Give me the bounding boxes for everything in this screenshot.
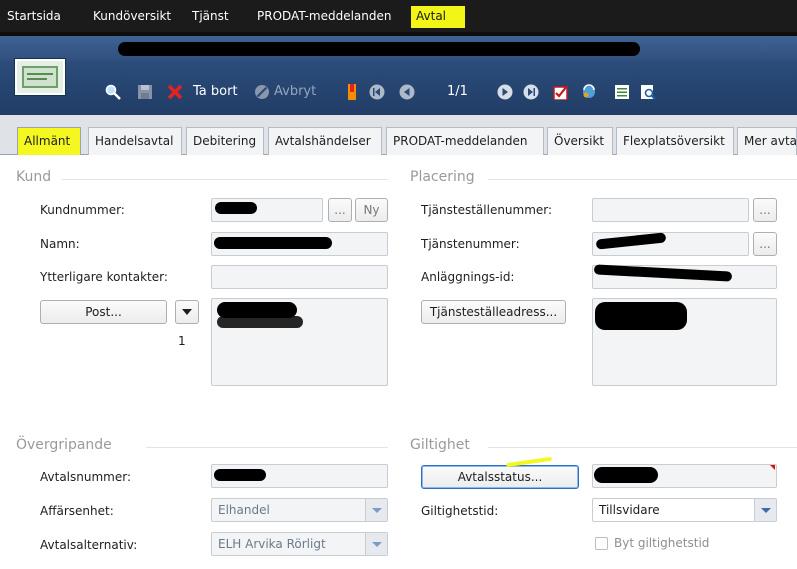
tab-handelsavtal[interactable]: Handelsavtal xyxy=(88,127,182,155)
tab-allmant[interactable]: Allmänt xyxy=(17,127,81,155)
redacted-avtalsstatus xyxy=(594,467,658,483)
first-record-icon[interactable] xyxy=(369,84,385,100)
refresh-icon[interactable] xyxy=(581,84,597,100)
avtalsalternativ-value: ELH Arvika Rörligt xyxy=(218,537,326,551)
menu-avtal[interactable]: Avtal xyxy=(411,6,465,28)
preview-icon[interactable] xyxy=(640,84,656,100)
record-counter: 1/1 xyxy=(447,84,468,99)
prev-record-icon[interactable] xyxy=(399,84,415,100)
cancel-label[interactable]: Avbryt xyxy=(274,82,316,102)
giltighet-divider xyxy=(488,447,797,448)
redacted-avtalsnummer xyxy=(214,469,266,481)
byt-giltighetstid-label: Byt giltighetstid xyxy=(614,536,710,550)
save-icon[interactable] xyxy=(137,84,153,100)
search-icon[interactable] xyxy=(105,84,121,100)
next-record-icon[interactable] xyxy=(497,84,513,100)
menu-kundoversikt[interactable]: Kundöversikt xyxy=(88,6,176,28)
tab-mer-avtal[interactable]: Mer avta xyxy=(737,127,797,155)
tjanstestalle-browse-button[interactable]: ... xyxy=(753,198,777,222)
menu-prodat-meddelanden[interactable]: PRODAT-meddelanden xyxy=(252,6,396,28)
affarsenhet-label: Affärsenhet: xyxy=(40,504,114,518)
kundnummer-browse-button[interactable]: ... xyxy=(328,198,352,222)
content-panel: Kund Kundnummer: ... Ny Namn: Ytterligar… xyxy=(0,156,797,569)
top-menu-bar: Startsida Kundöversikt Tjänst PRODAT-med… xyxy=(0,0,797,32)
anlaggnings-id-label: Anläggnings-id: xyxy=(421,270,515,284)
checklist-icon[interactable] xyxy=(553,84,569,100)
tjanstestalleadress-button[interactable]: Tjänsteställeadress... xyxy=(421,300,566,324)
status-indicator-corner xyxy=(770,465,775,470)
post-button[interactable]: Post... xyxy=(40,300,167,324)
menu-startsida[interactable]: Startsida xyxy=(2,6,66,28)
redacted-kundnummer xyxy=(215,202,257,214)
tjanstenummer-browse-button[interactable]: ... xyxy=(753,232,777,256)
giltighetstid-select[interactable]: Tillsvidare xyxy=(592,498,777,522)
tab-avtalshandelser[interactable]: Avtalshändelser xyxy=(268,127,382,155)
redacted-title xyxy=(118,42,640,56)
delete-label[interactable]: Ta bort xyxy=(193,82,238,102)
avtalsalternativ-select[interactable]: ELH Arvika Rörligt xyxy=(211,532,388,556)
placering-heading: Placering xyxy=(410,169,475,185)
post-dropdown-button[interactable] xyxy=(175,300,199,324)
bookmark-icon[interactable] xyxy=(344,84,360,100)
toolbar-area xyxy=(0,36,797,115)
tjanstenummer-label: Tjänstenummer: xyxy=(421,237,520,251)
list-icon[interactable] xyxy=(614,84,630,100)
redacted-placering-address xyxy=(595,302,687,330)
delete-icon[interactable] xyxy=(167,84,183,100)
tab-flexplatsoversikt[interactable]: Flexplatsöversikt xyxy=(616,127,734,155)
redacted-address-line2 xyxy=(217,316,303,328)
contract-document-icon xyxy=(15,59,65,95)
tjanstestallenummer-label: Tjänsteställenummer: xyxy=(421,203,553,217)
kund-divider xyxy=(62,179,388,180)
overgripande-heading: Övergripande xyxy=(16,437,112,453)
avtalsstatus-button[interactable]: Avtalsstatus... xyxy=(421,465,579,489)
affarsenhet-dropdown-icon[interactable] xyxy=(365,499,387,521)
giltighetstid-value: Tillsvidare xyxy=(599,503,660,517)
kundnummer-label: Kundnummer: xyxy=(40,203,125,217)
last-record-icon[interactable] xyxy=(523,84,539,100)
menu-tjanst[interactable]: Tjänst xyxy=(187,6,234,28)
byt-giltighetstid-checkbox[interactable] xyxy=(595,537,608,550)
giltighetstid-label: Giltighetstid: xyxy=(421,504,499,518)
avtalsalternativ-dropdown-icon[interactable] xyxy=(365,533,387,555)
tab-prodat-meddelanden[interactable]: PRODAT-meddelanden xyxy=(386,127,544,155)
new-customer-button[interactable]: Ny xyxy=(355,198,388,222)
giltighet-heading: Giltighet xyxy=(410,437,470,453)
tab-bar: Allmänt Handelsavtal Debitering Avtalshä… xyxy=(0,115,797,155)
placering-divider xyxy=(488,179,797,180)
post-count: 1 xyxy=(178,334,186,348)
giltighetstid-dropdown-icon[interactable] xyxy=(754,499,776,521)
kontakter-label: Ytterligare kontakter: xyxy=(40,270,168,284)
kund-heading: Kund xyxy=(16,169,52,185)
namn-label: Namn: xyxy=(40,237,80,251)
avtalsnummer-label: Avtalsnummer: xyxy=(40,470,131,484)
kontakter-field[interactable] xyxy=(211,265,388,289)
tab-debitering[interactable]: Debitering xyxy=(186,127,264,155)
affarsenhet-value: Elhandel xyxy=(218,503,270,517)
redacted-namn xyxy=(214,237,332,249)
avtalsalternativ-label: Avtalsalternativ: xyxy=(40,538,138,552)
tjanstestallenummer-field[interactable] xyxy=(592,198,749,222)
overgripande-divider xyxy=(146,447,388,448)
tab-oversikt[interactable]: Översikt xyxy=(547,127,613,155)
affarsenhet-select[interactable]: Elhandel xyxy=(211,498,388,522)
chevron-down-icon xyxy=(182,309,192,315)
cancel-icon[interactable] xyxy=(254,84,270,100)
